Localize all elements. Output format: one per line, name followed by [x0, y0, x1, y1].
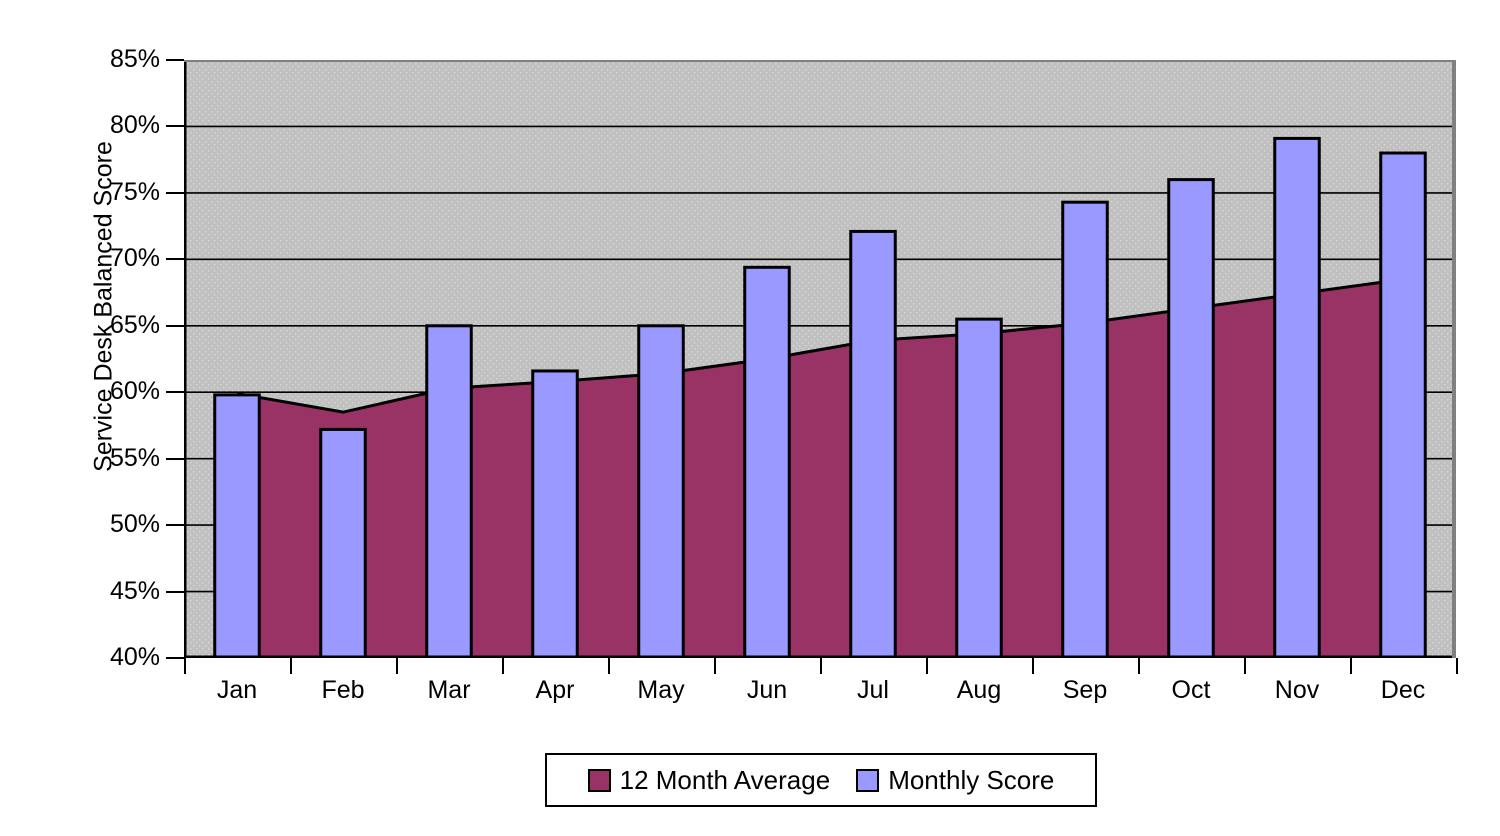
x-axis-tick-label: Jul — [857, 676, 889, 704]
legend-swatch-icon — [587, 768, 611, 792]
x-axis-tick — [396, 658, 398, 674]
y-axis-tick — [166, 657, 184, 659]
x-axis-tick-label: Nov — [1274, 676, 1320, 704]
x-axis-tick-label: Mar — [427, 676, 471, 704]
bar — [1273, 136, 1321, 660]
legend-swatch-icon — [856, 768, 880, 792]
y-axis-tick-label: 70% — [109, 244, 160, 273]
y-axis-tick — [166, 457, 184, 460]
y-axis-tick — [166, 258, 184, 261]
plot-area — [181, 60, 1456, 661]
x-axis-tick — [1032, 658, 1034, 674]
bar — [955, 317, 1003, 660]
y-axis-tick-label: 80% — [109, 111, 160, 140]
bar — [743, 265, 791, 660]
bar — [531, 369, 579, 660]
bar — [1061, 200, 1109, 660]
bar — [849, 229, 897, 660]
y-axis-tick-label: 60% — [109, 377, 160, 406]
x-axis-tick-label: Jan — [216, 676, 258, 704]
bar — [213, 393, 261, 660]
legend-label: Monthly Score — [888, 764, 1055, 795]
x-axis-tick-label: Sep — [1062, 676, 1108, 704]
plot-svg — [181, 60, 1456, 661]
y-axis-tick — [166, 524, 184, 527]
x-axis-tick-label: Aug — [956, 676, 1002, 704]
x-axis-tick — [1138, 658, 1140, 674]
bar — [1167, 178, 1215, 660]
y-axis-tick-label: 85% — [109, 45, 160, 73]
x-axis-tick-label: Apr — [535, 676, 575, 704]
bar — [319, 427, 367, 660]
y-axis-tick-label: 75% — [109, 177, 160, 206]
x-axis-ticks — [184, 658, 1458, 678]
x-axis-tick — [290, 658, 292, 674]
y-axis-tick-label: 45% — [109, 576, 160, 605]
y-axis-tick-labels: 85% 80% 75% 70% 65% 60% 55% 50% 45% 40% — [24, 0, 160, 836]
x-axis-tick — [820, 658, 822, 674]
y-axis-tick — [166, 391, 184, 394]
bar — [425, 324, 473, 660]
legend-entry: Monthly Score — [856, 765, 1054, 796]
x-axis-tick — [714, 658, 716, 674]
y-axis-tick-label: 40% — [109, 643, 160, 671]
bar — [637, 324, 685, 660]
y-axis-tick-label: 55% — [109, 443, 160, 472]
y-axis-tick-label: 50% — [109, 510, 160, 539]
x-axis-tick — [502, 658, 504, 674]
y-axis-tick — [166, 590, 184, 593]
legend-label: 12 Month Average — [619, 764, 831, 795]
x-axis-tick-label: Dec — [1380, 676, 1426, 704]
x-axis-tick-label: Oct — [1171, 676, 1211, 704]
x-axis-tick-label: Jun — [746, 676, 788, 704]
x-axis-tick — [1244, 658, 1246, 674]
bar — [1379, 151, 1427, 660]
x-axis-tick — [184, 658, 186, 674]
x-axis-tick-label: Feb — [321, 676, 365, 704]
y-axis-ticks — [166, 0, 186, 836]
y-axis-tick-label: 65% — [109, 310, 160, 339]
x-axis-tick-label: May — [637, 676, 685, 704]
y-axis-tick — [166, 125, 184, 128]
x-axis-tick — [1350, 658, 1352, 674]
x-axis-tick — [926, 658, 928, 674]
chart-legend: 12 Month Average Monthly Score — [545, 753, 1097, 807]
chart-container: Service Desk Balanced Score 85% 80% 75% 70%… — [0, 0, 1500, 836]
x-axis-tick — [1456, 658, 1458, 674]
legend-entry: 12 Month Average — [587, 764, 831, 796]
x-axis-tick — [608, 658, 610, 674]
y-axis-tick — [166, 191, 184, 194]
y-axis-tick — [166, 59, 184, 61]
y-axis-tick — [166, 324, 184, 327]
